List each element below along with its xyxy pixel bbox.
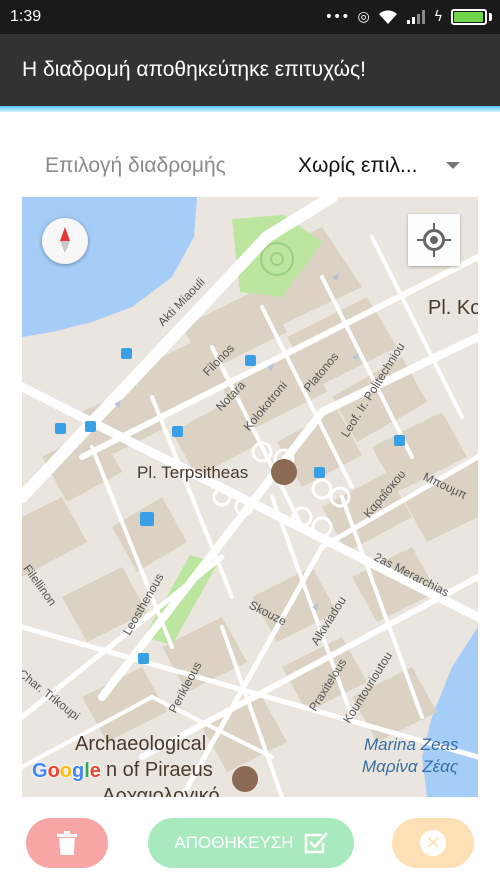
route-selector[interactable]: Επιλογή διαδρομής Χωρίς επιλ...	[0, 140, 500, 192]
battery-level	[454, 12, 483, 22]
battery-icon	[451, 9, 487, 25]
google-logo-letter: e	[89, 760, 101, 782]
more-dots-icon: •••	[324, 9, 350, 25]
my-location-dot	[430, 236, 438, 244]
my-location-tick	[433, 223, 435, 229]
place-label: Archaeological	[75, 733, 207, 755]
google-logo: Google	[32, 760, 101, 783]
google-logo-letter: o	[59, 760, 72, 782]
my-location-button[interactable]	[408, 214, 460, 266]
my-location-tick	[433, 251, 435, 257]
place-label: Αρχαιολογικό	[102, 785, 220, 797]
wifi-icon	[378, 10, 397, 24]
status-time: 1:39	[10, 8, 42, 25]
google-logo-text: Google	[32, 760, 101, 782]
signal-icon	[406, 10, 425, 24]
cancel-button[interactable]: ✕	[392, 818, 474, 868]
save-button-label: ΑΠΟΘΗΚΕΥΣΗ	[174, 833, 294, 852]
accent-divider	[0, 106, 500, 112]
compass-north	[60, 227, 70, 241]
google-logo-letter: g	[72, 760, 85, 782]
hotspot-icon: ◎	[357, 9, 370, 25]
dropdown-arrow-icon[interactable]	[446, 162, 460, 169]
route-selector-label: Επιλογή διαδρομής	[45, 154, 226, 177]
status-icons: ••• ◎ ϟ	[325, 7, 492, 27]
save-button[interactable]: ΑΠΟΘΗΚΕΥΣΗ	[148, 818, 354, 868]
map-canvas	[22, 197, 478, 797]
my-location-tick	[417, 239, 423, 241]
route-selector-value[interactable]: Χωρίς επιλ...	[298, 154, 418, 178]
charging-icon: ϟ	[433, 9, 443, 25]
checkbox-check-icon	[304, 832, 328, 854]
place-label: Pl. Terpsitheas	[137, 463, 249, 482]
trash-icon	[57, 831, 77, 855]
delete-button[interactable]	[26, 818, 108, 868]
google-logo-letter: G	[32, 760, 48, 782]
battery-tip	[489, 13, 492, 21]
snackbar: Η διαδρομή αποθηκεύτηκε επιτυχώς!	[0, 34, 500, 106]
compass-south	[60, 241, 70, 253]
water-label: Marina Zeas	[364, 735, 459, 754]
status-bar: 1:39 ••• ◎ ϟ	[0, 0, 500, 34]
compass-icon[interactable]	[42, 218, 88, 264]
my-location-tick	[445, 239, 451, 241]
snackbar-message: Η διαδρομή αποθηκεύτηκε επιτυχώς!	[22, 58, 366, 81]
water-label: Μαρίνα Ζέας	[362, 757, 459, 776]
place-label: n of Piraeus	[106, 759, 213, 781]
place-label: Pl. Ko	[428, 297, 478, 319]
map-view[interactable]: Akti Miaouli Filonos Notara Kolokotroni …	[22, 197, 478, 797]
close-icon: ✕	[420, 830, 446, 856]
google-logo-letter: o	[47, 760, 60, 782]
